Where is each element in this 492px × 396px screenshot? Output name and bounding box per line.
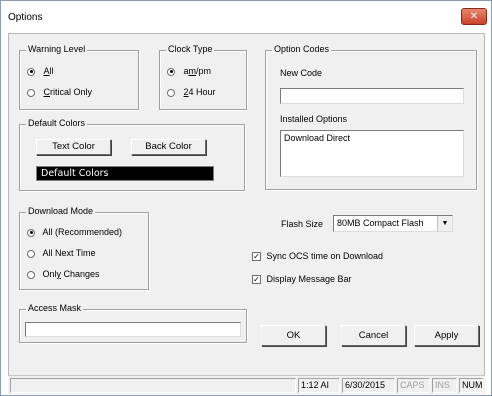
radio-indicator[interactable] — [27, 270, 35, 279]
radio-indicator[interactable] — [27, 249, 35, 258]
default-colors-legend: Default Colors — [26, 118, 88, 128]
new-code-label: New Code — [280, 68, 323, 78]
radio-download-all[interactable]: All (Recommended) — [27, 227, 122, 237]
radio-download-all-label: All (Recommended) — [42, 227, 123, 237]
status-caps: CAPS — [397, 378, 430, 393]
default-colors-group: Default Colors Text Color Back Color Def… — [19, 118, 245, 191]
status-num: NUM — [459, 378, 483, 393]
radio-download-next-label: All Next Time — [42, 248, 96, 258]
status-time: 1:12 AI — [298, 378, 340, 393]
checkbox-indicator[interactable]: ✓ — [252, 275, 261, 285]
radio-indicator[interactable] — [27, 228, 35, 237]
status-date: 6/30/2015 — [342, 378, 395, 393]
options-window: Options ✕ Warning Level All Critical Onl… — [0, 0, 492, 396]
radio-clock-24h-label: 24 Hour — [183, 87, 216, 97]
list-item[interactable]: Download Direct — [281, 131, 463, 145]
warning-level-group: Warning Level All Critical Only — [19, 44, 139, 110]
text-color-button[interactable]: Text Color — [36, 139, 111, 155]
sync-ocs-label: Sync OCS time on Download — [266, 251, 384, 261]
warning-level-legend: Warning Level — [26, 44, 88, 54]
color-preview: Default Colors — [36, 166, 214, 181]
new-code-input[interactable] — [280, 88, 464, 104]
installed-options-label: Installed Options — [280, 114, 348, 124]
radio-indicator[interactable] — [167, 67, 175, 76]
ok-button[interactable]: OK — [261, 325, 326, 346]
radio-clock-ampm[interactable]: am/pm — [167, 66, 211, 76]
radio-warning-all-label: All — [43, 66, 54, 76]
radio-warning-all[interactable]: All — [27, 66, 54, 76]
radio-warning-critical[interactable]: Critical Only — [27, 87, 92, 97]
apply-button[interactable]: Apply — [414, 325, 479, 346]
access-mask-group: Access Mask — [19, 303, 247, 343]
clock-type-legend: Clock Type — [166, 44, 215, 54]
chevron-down-icon[interactable]: ▼ — [437, 216, 452, 231]
status-ins: INS — [432, 378, 457, 393]
radio-indicator[interactable] — [167, 88, 175, 97]
option-codes-group: Option Codes New Code Installed Options … — [265, 44, 477, 190]
flash-size-value: 80MB Compact Flash — [337, 218, 424, 228]
download-mode-legend: Download Mode — [26, 206, 96, 216]
radio-download-next[interactable]: All Next Time — [27, 248, 96, 258]
status-bar: 1:12 AI 6/30/2015 CAPS INS NUM — [8, 375, 485, 394]
sync-ocs-checkbox[interactable]: ✓ Sync OCS time on Download — [252, 251, 384, 262]
checkbox-indicator[interactable]: ✓ — [252, 252, 261, 262]
access-mask-input[interactable] — [25, 322, 241, 337]
back-color-button[interactable]: Back Color — [131, 139, 206, 155]
radio-clock-24h[interactable]: 24 Hour — [167, 87, 216, 97]
flash-size-select[interactable]: 80MB Compact Flash ▼ — [333, 215, 453, 232]
display-message-bar-label: Display Message Bar — [266, 274, 352, 284]
radio-warning-critical-label: Critical Only — [43, 87, 93, 97]
display-message-bar-checkbox[interactable]: ✓ Display Message Bar — [252, 274, 352, 285]
access-mask-legend: Access Mask — [26, 303, 84, 313]
flash-size-label: Flash Size — [281, 219, 324, 229]
window-title: Options — [8, 12, 43, 23]
close-button[interactable]: ✕ — [461, 8, 487, 25]
radio-indicator[interactable] — [27, 88, 35, 97]
clock-type-group: Clock Type am/pm 24 Hour — [159, 44, 247, 110]
download-mode-group: Download Mode All (Recommended) All Next… — [19, 206, 149, 290]
dialog-client-area: Warning Level All Critical Only Clock Ty… — [8, 33, 485, 388]
cancel-button[interactable]: Cancel — [341, 325, 406, 346]
close-icon: ✕ — [469, 11, 479, 22]
status-message — [10, 378, 296, 393]
title-bar[interactable]: Options ✕ — [1, 1, 491, 33]
radio-clock-ampm-label: am/pm — [183, 66, 212, 76]
radio-download-changes-label: Only Changes — [42, 269, 100, 279]
radio-download-changes[interactable]: Only Changes — [27, 269, 100, 279]
installed-options-list[interactable]: Download Direct — [280, 130, 464, 177]
radio-indicator[interactable] — [27, 67, 35, 76]
option-codes-legend: Option Codes — [272, 44, 332, 54]
